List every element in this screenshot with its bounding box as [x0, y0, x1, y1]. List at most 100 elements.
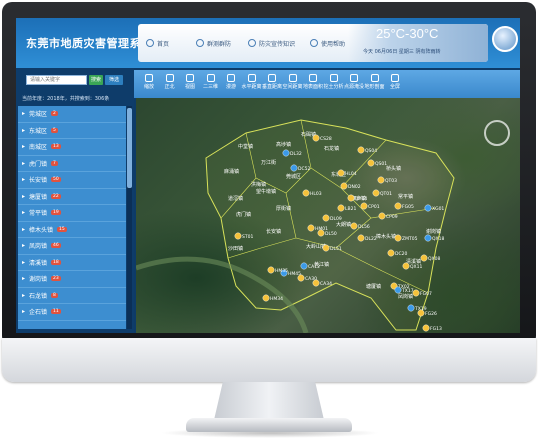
map-point-marker[interactable]: [337, 169, 345, 177]
scrollbar[interactable]: [127, 106, 132, 329]
map-point-marker[interactable]: [394, 234, 402, 242]
list-item[interactable]: ▸ 长安镇 50: [18, 172, 126, 189]
filter-button[interactable]: 筛选: [105, 75, 123, 85]
map-point-marker[interactable]: [312, 279, 320, 287]
map-point-marker[interactable]: [317, 229, 325, 237]
nav-home[interactable]: 首页: [146, 36, 169, 50]
fullscreen-icon: [391, 74, 399, 82]
list-item[interactable]: ▸ 石龙镇 8: [18, 288, 126, 304]
map-point-marker[interactable]: [234, 232, 242, 240]
compass-icon[interactable]: [484, 120, 510, 146]
area-icon: [309, 74, 317, 82]
monitor-stand-base: [186, 418, 352, 432]
tool-button[interactable]: 视图: [179, 74, 201, 90]
map-point-marker[interactable]: [394, 286, 402, 294]
search-button[interactable]: 搜索: [89, 75, 103, 85]
map-point-marker[interactable]: [357, 234, 365, 242]
scrollbar-thumb[interactable]: [127, 108, 132, 188]
list-item[interactable]: ▸ 莞城区 2: [18, 106, 126, 123]
tool-button[interactable]: 二三维: [200, 74, 222, 90]
nav-group-monitoring[interactable]: 群测群防: [196, 36, 231, 50]
map-point-marker[interactable]: [360, 202, 368, 210]
map-point-marker[interactable]: [378, 212, 386, 220]
map-point-marker[interactable]: [357, 146, 365, 154]
map-point-marker[interactable]: [337, 204, 345, 212]
map-point-marker[interactable]: [402, 262, 410, 270]
map-point-marker[interactable]: [424, 234, 432, 242]
weather-temperature: 25°C-30°C: [376, 26, 439, 41]
list-item[interactable]: ▸ 樟木头镇 15: [18, 222, 126, 238]
list-item[interactable]: ▸ 东城区 5: [18, 123, 126, 139]
avatar[interactable]: [492, 26, 518, 52]
region-label: 望牛墩镇: [256, 188, 276, 195]
tool-button[interactable]: 水平距离: [241, 74, 263, 90]
chevron-right-icon: ▸: [22, 192, 26, 200]
list-item[interactable]: ▸ 企石镇 11: [18, 304, 126, 321]
map-point-marker[interactable]: [367, 159, 375, 167]
tool-button[interactable]: 地表面积: [302, 74, 324, 90]
tool-button[interactable]: 点源淹没: [343, 74, 365, 90]
tool-button[interactable]: 挖土分析: [323, 74, 345, 90]
app-header: 东莞市地质灾害管理系统 首页 群测群防 防灾宣传知识 使用帮助 25°C-30°…: [16, 18, 520, 68]
dimension-icon: [206, 74, 215, 82]
map-point-label: ZMT05: [402, 236, 418, 242]
chevron-right-icon: ▸: [22, 176, 26, 184]
map-point-marker[interactable]: [282, 149, 290, 157]
flood-icon: [350, 74, 358, 82]
tool-button[interactable]: 漫游: [220, 74, 242, 90]
map-point-marker[interactable]: [312, 134, 320, 142]
tool-label: 挖土分析: [323, 84, 344, 90]
map-point-marker[interactable]: [322, 244, 330, 252]
list-item[interactable]: ▸ 虎门镇 7: [18, 156, 126, 172]
map-point-marker[interactable]: [350, 222, 358, 230]
nav-help[interactable]: 使用帮助: [310, 36, 345, 50]
map-point-marker[interactable]: [267, 266, 275, 274]
region-label: 常平镇: [398, 193, 413, 200]
map-point-marker[interactable]: [420, 254, 428, 262]
map-point-marker[interactable]: [297, 274, 305, 282]
map-point-marker[interactable]: [422, 324, 430, 332]
tool-button[interactable]: 空间距离: [282, 74, 304, 90]
map-point-marker[interactable]: [300, 262, 308, 270]
list-item[interactable]: ▸ 谢岗镇 23: [18, 271, 126, 288]
map-point-marker[interactable]: [407, 304, 415, 312]
list-item[interactable]: ▸ 清溪镇 18: [18, 255, 126, 271]
map-point-label: ST01: [242, 234, 253, 240]
map-point-label: QS01: [375, 161, 387, 167]
map-point-marker[interactable]: [307, 224, 315, 232]
map-point-label: XG01: [432, 206, 444, 212]
map-point-marker[interactable]: [377, 176, 385, 184]
map-point-marker[interactable]: [417, 309, 425, 317]
map-point-marker[interactable]: [347, 194, 355, 202]
tool-button[interactable]: 地形剖面: [364, 74, 386, 90]
map-point-marker[interactable]: [262, 294, 270, 302]
region-label: 虎门镇: [236, 211, 251, 218]
tool-button[interactable]: 全屏: [384, 74, 406, 90]
map-view[interactable]: 中堂镇高埗镇石碣镇麻涌镇万江街洪梅镇石龙镇望牛墩镇道滘镇莞城区东城区虎门镇厚街镇…: [136, 98, 520, 333]
search-input[interactable]: [26, 75, 87, 85]
map-point-marker[interactable]: [424, 204, 432, 212]
result-count: 当前年度：2018年，共搜索到：306条: [22, 96, 110, 102]
list-item[interactable]: ▸ 塘厦镇 22: [18, 189, 126, 205]
map-point-marker[interactable]: [372, 189, 380, 197]
count-badge: 15: [57, 226, 67, 232]
tool-button[interactable]: 正北: [159, 74, 181, 90]
list-item[interactable]: ▸ 常平镇 19: [18, 205, 126, 222]
map-point-marker[interactable]: [322, 214, 330, 222]
map-point-label: QX11: [410, 264, 422, 270]
tool-button[interactable]: 垂直距离: [261, 74, 283, 90]
count-badge: 46: [51, 243, 61, 249]
tool-button[interactable]: 缩放: [138, 74, 160, 90]
map-point-marker[interactable]: [412, 289, 420, 297]
map-point-marker[interactable]: [290, 164, 298, 172]
map-point-marker[interactable]: [302, 189, 310, 197]
map-point-marker[interactable]: [394, 202, 402, 210]
district-name: 东城区: [29, 127, 48, 135]
list-item[interactable]: ▸ 凤岗镇 46: [18, 238, 126, 255]
count-badge: 8: [51, 292, 58, 298]
map-point-marker[interactable]: [340, 182, 348, 190]
zoom-icon: [145, 74, 153, 82]
map-point-marker[interactable]: [387, 249, 395, 257]
list-item[interactable]: ▸ 南城区 13: [18, 139, 126, 156]
nav-prevention-knowledge[interactable]: 防灾宣传知识: [248, 36, 295, 50]
